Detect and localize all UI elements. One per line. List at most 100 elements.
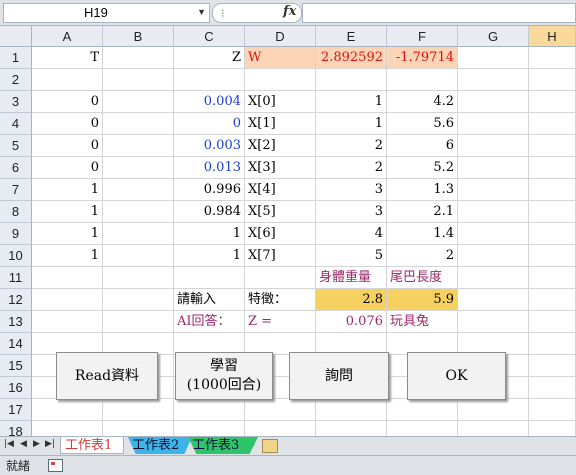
cell-d17[interactable] xyxy=(245,399,316,421)
cell-a3[interactable]: 0 xyxy=(32,91,103,113)
cell-a17[interactable] xyxy=(32,399,103,421)
cell-a13[interactable] xyxy=(32,311,103,333)
cell-f11[interactable]: 尾巴長度 xyxy=(387,267,458,289)
cell-h5[interactable] xyxy=(529,135,576,157)
cell-b1[interactable] xyxy=(103,47,174,69)
cell-b11[interactable] xyxy=(103,267,174,289)
column-header-h[interactable]: H xyxy=(529,26,576,47)
cell-c6[interactable]: 0.013 xyxy=(174,157,245,179)
cell-e5[interactable]: 2 xyxy=(316,135,387,157)
cell-h14[interactable] xyxy=(529,333,576,355)
cell-f8[interactable]: 2.1 xyxy=(387,201,458,223)
cell-e8[interactable]: 3 xyxy=(316,201,387,223)
cell-a1[interactable]: T xyxy=(32,47,103,69)
cell-c7[interactable]: 0.996 xyxy=(174,179,245,201)
tab-sheet3[interactable]: 工作表3 xyxy=(188,437,258,454)
cell-c4[interactable]: 0 xyxy=(174,113,245,135)
row-header-17[interactable]: 17 xyxy=(0,399,32,421)
cell-f9[interactable]: 1.4 xyxy=(387,223,458,245)
row-header-1[interactable]: 1 xyxy=(0,47,32,69)
tab-sheet1[interactable]: 工作表1 xyxy=(60,437,124,454)
cell-d12[interactable]: 特徵： xyxy=(245,289,316,311)
cell-f4[interactable]: 5.6 xyxy=(387,113,458,135)
cell-d11[interactable] xyxy=(245,267,316,289)
cell-h17[interactable] xyxy=(529,399,576,421)
cell-h3[interactable] xyxy=(529,91,576,113)
cell-e3[interactable]: 1 xyxy=(316,91,387,113)
row-header-7[interactable]: 7 xyxy=(0,179,32,201)
cell-d3[interactable]: X[0] xyxy=(245,91,316,113)
cell-a12[interactable] xyxy=(32,289,103,311)
cell-d2[interactable] xyxy=(245,69,316,91)
insert-function-icon[interactable]: fx xyxy=(283,4,296,19)
ok-button[interactable]: OK xyxy=(407,352,506,400)
cell-a2[interactable] xyxy=(32,69,103,91)
cell-g1[interactable] xyxy=(458,47,529,69)
cell-h10[interactable] xyxy=(529,245,576,267)
cell-b6[interactable] xyxy=(103,157,174,179)
cell-a11[interactable] xyxy=(32,267,103,289)
cell-b9[interactable] xyxy=(103,223,174,245)
cell-d9[interactable]: X[6] xyxy=(245,223,316,245)
row-header-15[interactable]: 15 xyxy=(0,355,32,377)
next-sheet-icon[interactable]: ▶ xyxy=(33,439,40,449)
learn-button[interactable]: 學習 (1000回合) xyxy=(175,352,273,400)
cell-e2[interactable] xyxy=(316,69,387,91)
cell-h7[interactable] xyxy=(529,179,576,201)
cell-f1[interactable]: -1.79714 xyxy=(387,47,458,69)
cell-h9[interactable] xyxy=(529,223,576,245)
read-data-button[interactable]: Read資料 xyxy=(56,352,158,400)
cell-g13[interactable] xyxy=(458,311,529,333)
cell-h13[interactable] xyxy=(529,311,576,333)
cell-c11[interactable] xyxy=(174,267,245,289)
cell-b4[interactable] xyxy=(103,113,174,135)
macro-record-icon[interactable] xyxy=(48,459,63,472)
cell-b2[interactable] xyxy=(103,69,174,91)
cell-e6[interactable]: 2 xyxy=(316,157,387,179)
cell-g3[interactable] xyxy=(458,91,529,113)
cell-h4[interactable] xyxy=(529,113,576,135)
cell-d6[interactable]: X[3] xyxy=(245,157,316,179)
select-all-corner[interactable] xyxy=(0,26,32,47)
chevron-down-icon[interactable]: ▼ xyxy=(197,7,206,17)
cell-e10[interactable]: 5 xyxy=(316,245,387,267)
last-sheet-icon[interactable]: ▶| xyxy=(45,439,55,449)
cell-g10[interactable] xyxy=(458,245,529,267)
cell-h15[interactable] xyxy=(529,355,576,377)
cell-c10[interactable]: 1 xyxy=(174,245,245,267)
row-header-9[interactable]: 9 xyxy=(0,223,32,245)
cell-e9[interactable]: 4 xyxy=(316,223,387,245)
row-header-8[interactable]: 8 xyxy=(0,201,32,223)
cell-f10[interactable]: 2 xyxy=(387,245,458,267)
cell-a4[interactable]: 0 xyxy=(32,113,103,135)
row-header-11[interactable]: 11 xyxy=(0,267,32,289)
cell-g7[interactable] xyxy=(458,179,529,201)
cell-d13[interactable]: Z = xyxy=(245,311,316,333)
cell-g11[interactable] xyxy=(458,267,529,289)
cell-b13[interactable] xyxy=(103,311,174,333)
column-header-g[interactable]: G xyxy=(458,26,529,47)
cell-h8[interactable] xyxy=(529,201,576,223)
row-header-16[interactable]: 16 xyxy=(0,377,32,399)
column-header-e[interactable]: E xyxy=(316,26,387,47)
cell-h12[interactable] xyxy=(529,289,576,311)
cell-a8[interactable]: 1 xyxy=(32,201,103,223)
cell-g8[interactable] xyxy=(458,201,529,223)
cell-e13[interactable]: 0.076 xyxy=(316,311,387,333)
cell-e7[interactable]: 3 xyxy=(316,179,387,201)
cell-c3[interactable]: 0.004 xyxy=(174,91,245,113)
cell-f7[interactable]: 1.3 xyxy=(387,179,458,201)
cell-f2[interactable] xyxy=(387,69,458,91)
cell-e4[interactable]: 1 xyxy=(316,113,387,135)
row-header-14[interactable]: 14 xyxy=(0,333,32,355)
row-header-12[interactable]: 12 xyxy=(0,289,32,311)
cell-a10[interactable]: 1 xyxy=(32,245,103,267)
cell-c9[interactable]: 1 xyxy=(174,223,245,245)
cell-a6[interactable]: 0 xyxy=(32,157,103,179)
name-box[interactable]: H19 ▼ xyxy=(3,3,210,23)
cell-b7[interactable] xyxy=(103,179,174,201)
column-header-b[interactable]: B xyxy=(103,26,174,47)
cell-b5[interactable] xyxy=(103,135,174,157)
cell-e17[interactable] xyxy=(316,399,387,421)
cell-f12[interactable]: 5.9 xyxy=(387,289,458,311)
